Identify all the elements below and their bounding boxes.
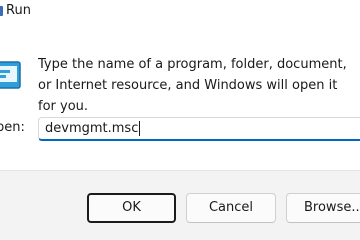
run-dialog: Run Type the name of a program, folder, … xyxy=(0,0,360,240)
open-input[interactable]: devmgmt.msc xyxy=(38,117,360,141)
button-bar: OK Cancel Browse... xyxy=(0,170,360,240)
title-bar[interactable]: Run xyxy=(0,0,360,26)
run-app-icon xyxy=(0,6,3,16)
run-dialog-icon xyxy=(0,61,21,89)
open-input-value: devmgmt.msc xyxy=(45,121,139,136)
window-title: Run xyxy=(6,3,31,18)
browse-button[interactable]: Browse... xyxy=(286,193,360,223)
ok-button[interactable]: OK xyxy=(87,193,176,223)
open-label: pen: xyxy=(0,120,25,135)
text-caret xyxy=(139,121,141,136)
dialog-description: Type the name of a program, folder, docu… xyxy=(38,57,347,114)
dialog-content: Type the name of a program, folder, docu… xyxy=(0,26,360,170)
cancel-button[interactable]: Cancel xyxy=(186,193,276,223)
